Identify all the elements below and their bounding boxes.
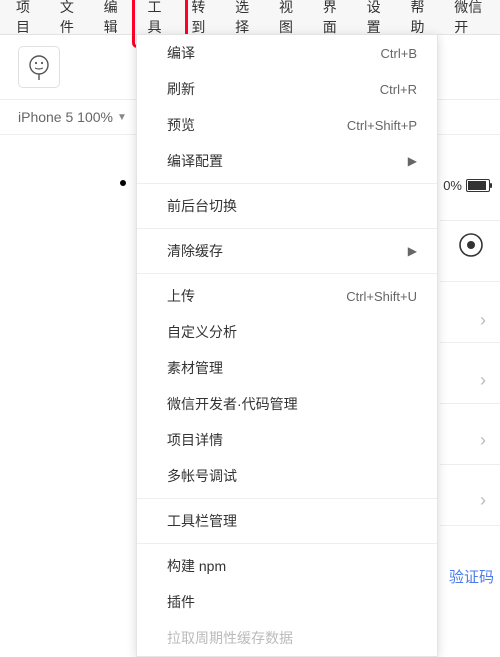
device-label: iPhone 5 100% <box>18 109 113 125</box>
menubar: 项目文件编辑工具转到选择视图界面设置帮助微信开 <box>0 0 500 35</box>
menu-entry-label: 微信开发者·代码管理 <box>167 394 298 414</box>
menu-entry-shortcut: Ctrl+B <box>381 46 417 61</box>
menu-entry[interactable]: 预览 Ctrl+Shift+P <box>137 107 437 143</box>
menu-entry-label: 素材管理 <box>167 358 223 378</box>
chevron-right-icon: › <box>480 310 486 331</box>
menu-entry[interactable]: 上传 Ctrl+Shift+U <box>137 278 437 314</box>
menu-entry[interactable]: 编译 Ctrl+B <box>137 35 437 71</box>
chevron-right-icon: ▶ <box>408 154 417 168</box>
status-battery: 0% <box>443 178 490 193</box>
menu-entry[interactable]: 构建 npm <box>137 548 437 584</box>
menu-entry-label: 拉取周期性缓存数据 <box>167 628 293 648</box>
menu-entry-shortcut: Ctrl+Shift+U <box>346 289 417 304</box>
menu-item-2[interactable]: 编辑 <box>94 0 138 41</box>
menu-entry[interactable]: 刷新 Ctrl+R <box>137 71 437 107</box>
menu-entry-label: 构建 npm <box>167 556 226 576</box>
battery-percent: 0% <box>443 178 462 193</box>
menu-entry[interactable]: 工具栏管理 <box>137 503 437 539</box>
menu-entry-label: 清除缓存 <box>167 241 223 261</box>
menu-item-0[interactable]: 项目 <box>6 0 50 41</box>
menu-entry-shortcut: Ctrl+R <box>380 82 417 97</box>
menu-entry-label: 上传 <box>167 286 195 306</box>
battery-icon <box>466 179 490 192</box>
menu-entry: 拉取周期性缓存数据 <box>137 620 437 656</box>
menu-entry-label: 前后台切换 <box>167 196 237 216</box>
chevron-right-icon: ▶ <box>408 244 417 258</box>
menu-entry[interactable]: 项目详情 <box>137 422 437 458</box>
chevron-right-icon: › <box>480 370 486 391</box>
chevron-right-icon: › <box>480 490 486 511</box>
chevron-right-icon: › <box>480 430 486 451</box>
face-icon <box>25 53 53 81</box>
menu-entry[interactable]: 素材管理 <box>137 350 437 386</box>
menu-entry-label: 自定义分析 <box>167 322 237 342</box>
menu-entry-label: 工具栏管理 <box>167 511 237 531</box>
record-icon[interactable] <box>458 232 484 258</box>
menu-entry-label: 多帐号调试 <box>167 466 237 486</box>
chevron-down-icon: ▼ <box>117 112 127 123</box>
menu-entry-label: 插件 <box>167 592 195 612</box>
menu-entry-label: 项目详情 <box>167 430 223 450</box>
avatar[interactable] <box>18 46 60 88</box>
menu-entry-label: 编译配置 <box>167 151 223 171</box>
bullet-icon <box>120 180 126 186</box>
menu-entry[interactable]: 编译配置 ▶ <box>137 143 437 179</box>
menu-entry-label: 编译 <box>167 43 195 63</box>
menu-entry[interactable]: 前后台切换 <box>137 188 437 224</box>
menu-entry[interactable]: 插件 <box>137 584 437 620</box>
menu-entry[interactable]: 微信开发者·代码管理 <box>137 386 437 422</box>
verification-code-link[interactable]: 验证码 <box>449 566 494 587</box>
menu-entry-label: 预览 <box>167 115 195 135</box>
menu-item-10[interactable]: 微信开 <box>444 0 500 41</box>
menu-entry-shortcut: Ctrl+Shift+P <box>347 118 417 133</box>
menu-item-1[interactable]: 文件 <box>50 0 94 41</box>
tools-dropdown: 编译 Ctrl+B 刷新 Ctrl+R 预览 Ctrl+Shift+P 编译配置 ▶ 前后台切换… <box>136 34 438 657</box>
background-list <box>440 160 500 600</box>
menu-entry[interactable]: 多帐号调试 <box>137 458 437 494</box>
menu-entry[interactable]: 自定义分析 <box>137 314 437 350</box>
menu-entry[interactable]: 清除缓存 ▶ <box>137 233 437 269</box>
menu-entry-label: 刷新 <box>167 79 195 99</box>
